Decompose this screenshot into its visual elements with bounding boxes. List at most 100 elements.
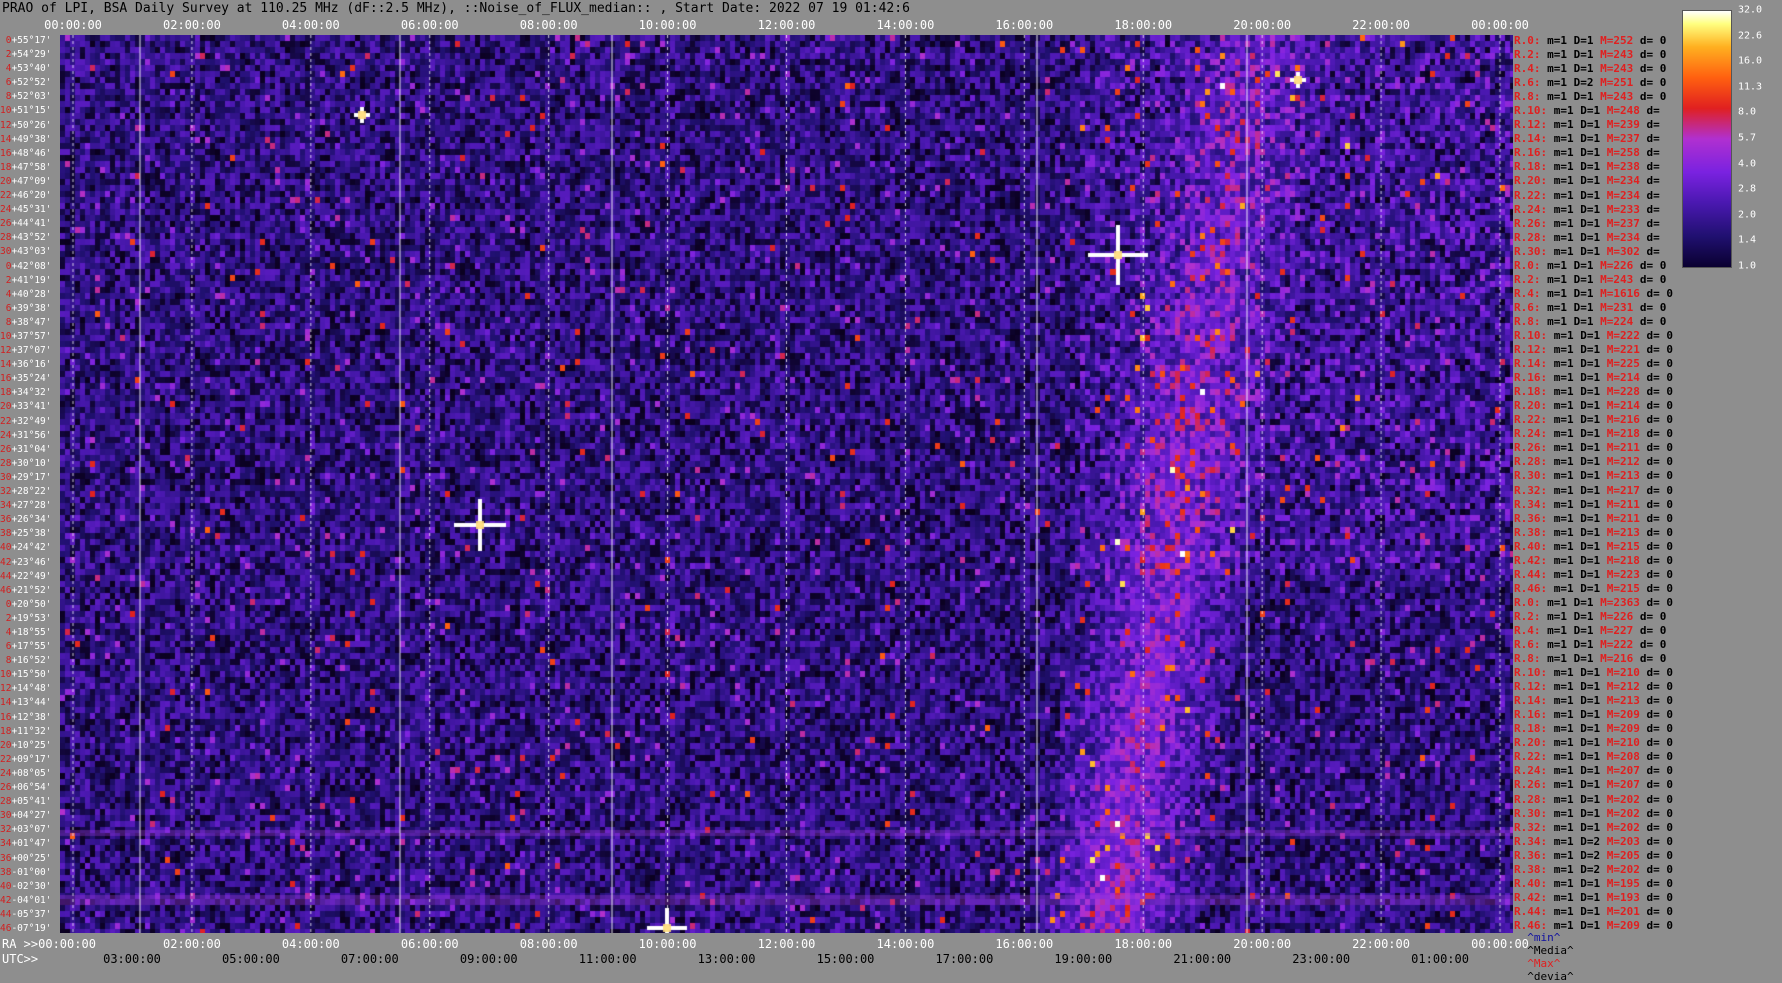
receiver-stat-mD: m=1 D=1 [1547,371,1607,385]
receiver-stats-row: R.24: m=1 D=1 M=207 d= 0 [1514,764,1673,778]
utc-tick-label: 11:00:00 [578,952,637,966]
colorbar-tick: 8.0 [1738,106,1757,118]
declination-value: +16°52' [11,655,52,667]
declination-value: +26°34' [11,514,52,526]
declination-value: +31°56' [11,429,52,441]
top-tick-label: 04:00:00 [281,18,340,32]
receiver-stat-d: d= 0 [1639,385,1673,399]
top-tick-label: 12:00:00 [757,18,816,32]
receiver-stat-M: M=214 [1606,399,1640,413]
receiver-stat-d: d= 0 [1639,722,1673,736]
receiver-stat-mD: m=1 D=1 [1547,890,1607,904]
receiver-stats-row: R.42: m=1 D=1 M=193 d= 0 [1514,891,1673,905]
receiver-stat-mD: m=1 D=1 [1547,399,1607,413]
declination-label: 46+21°52' [0,585,59,595]
receiver-stat-M: M=202 [1606,820,1640,834]
declination-index: 12 [0,345,12,357]
receiver-stat-rn: R.8: [1514,652,1541,666]
receiver-stat-mD: m=1 D=1 [1540,62,1601,76]
declination-label: 32+28°22' [0,486,59,498]
declination-index: 36 [0,514,12,526]
declination-index: 12 [0,683,12,695]
receiver-stat-mD: m=1 D=1 [1547,581,1607,595]
declination-index: 4 [0,288,12,300]
receiver-stat-d: d= 0 [1639,750,1673,764]
declination-value: +29°17' [11,471,52,483]
receiver-stat-rn: R.36: [1514,848,1548,862]
receiver-stat-mD: m=1 D=1 [1547,778,1607,792]
receiver-stat-d: d= 0 [1639,357,1673,371]
ra-tick-label: 22:00:00 [1352,937,1410,951]
receiver-stats-row: R.14: m=1 D=1 M=213 d= 0 [1514,694,1673,708]
receiver-stat-M: M=201 [1606,904,1640,918]
receiver-stats-row: R.44: m=1 D=1 M=201 d= 0 [1514,905,1673,919]
receiver-stats-row: R.4: m=1 D=1 M=243 d= 0 [1514,62,1673,76]
utc-tick-label: 15:00:00 [816,952,875,966]
receiver-stat-mD: m=1 D=1 [1547,792,1607,806]
receiver-stat-rn: R.44: [1514,904,1548,918]
declination-index: 16 [0,711,12,723]
receiver-stat-M: M=207 [1606,764,1640,778]
declination-label: 26+44°41' [0,219,59,229]
receiver-stats-row: R.28: m=1 D=1 M=234 d= [1514,231,1673,245]
declination-label: 2+41°19' [0,274,59,286]
receiver-stat-rn: R.10: [1514,328,1548,342]
declination-index: 2 [0,274,12,286]
spectrogram-canvas [60,35,1513,933]
declination-index: 36 [0,852,12,864]
declination-label: 14+49°38' [0,133,59,145]
receiver-stats-row: R.16: m=1 D=1 M=258 d= [1514,146,1673,160]
declination-index: 26 [0,782,12,794]
receiver-stat-mD: m=1 D=1 [1540,300,1601,314]
receiver-stat-mD: m=1 D=1 [1540,638,1601,652]
receiver-stat-mD: m=1 D=1 [1547,230,1607,244]
receiver-stat-mD: m=1 D=1 [1547,525,1607,539]
ra-tick-label: 02:00:00 [163,937,221,951]
top-tick-label: 22:00:00 [1352,18,1410,32]
receiver-stats-row: R.36: m=1 D=2 M=205 d= 0 [1514,849,1673,863]
declination-index: 0 [0,260,12,272]
receiver-stat-mD: m=1 D=1 [1547,357,1607,371]
receiver-stat-rn: R.24: [1514,202,1548,216]
receiver-stat-rn: R.20: [1514,736,1548,750]
legend-deviation: ^devia^ [1527,970,1574,983]
declination-label: 20+10°25' [0,741,59,751]
colorbar-tick: 2.0 [1738,209,1757,221]
receiver-stat-mD: m=1 D=1 [1547,132,1607,146]
declination-value: +54°29' [11,49,52,61]
colorbar-tick: 1.0 [1738,260,1757,272]
receiver-stat-rn: R.28: [1514,455,1548,469]
declination-index: 32 [0,486,12,498]
receiver-stat-mD: m=1 D=1 [1547,736,1607,750]
receiver-stat-M: M=202 [1606,806,1640,820]
receiver-stat-d: d= 0 [1639,792,1673,806]
receiver-stat-d: d= 0 [1639,567,1673,581]
declination-index: 46 [0,923,12,934]
declination-value: +49°38' [11,133,52,145]
declination-label: 12+37°07' [0,345,59,357]
receiver-stats-row: R.22: m=1 D=1 M=216 d= 0 [1514,413,1673,427]
receiver-stat-d: d= [1639,146,1660,160]
receiver-stat-d: d= 0 [1639,862,1673,876]
declination-label: 0+55°17' [0,36,59,46]
declination-index: 28 [0,457,12,469]
receiver-stat-d: d= 0 [1639,441,1673,455]
declination-value: +51°15' [11,105,52,117]
receiver-stat-rn: R.18: [1514,722,1548,736]
declination-index: 28 [0,796,12,808]
utc-tick-label: 05:00:00 [222,952,280,966]
receiver-stat-mD: m=1 D=1 [1540,286,1601,300]
receiver-stats-row: R.34: m=1 D=1 M=211 d= 0 [1514,498,1673,512]
receiver-stat-d: d= 0 [1639,876,1673,890]
declination-value: +47°58' [11,161,52,173]
receiver-stat-d: d= 0 [1639,371,1673,385]
declination-index: 34 [0,838,12,850]
receiver-stat-mD: m=1 D=1 [1540,34,1601,47]
top-tick-label: 16:00:00 [995,18,1054,32]
receiver-stats-row: R.46: m=1 D=1 M=215 d= 0 [1514,582,1673,596]
receiver-stat-rn: R.18: [1514,385,1548,399]
receiver-stats-row: R.16: m=1 D=1 M=214 d= 0 [1514,371,1673,385]
receiver-stat-d: d= [1639,174,1660,188]
declination-value: +48°46' [11,147,52,159]
spectrogram-plot[interactable] [60,35,1513,933]
